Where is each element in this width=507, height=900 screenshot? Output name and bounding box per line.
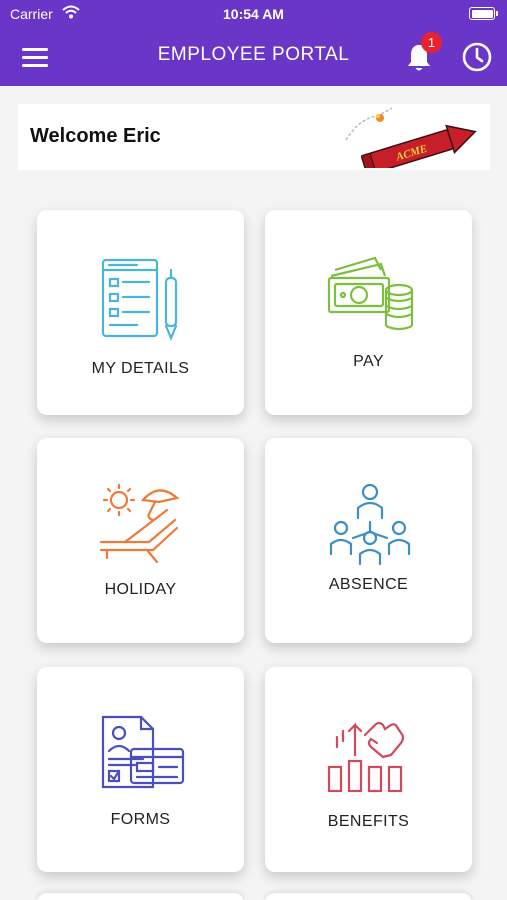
people-hierarchy-icon bbox=[329, 483, 411, 566]
absence-tile[interactable]: ABSENCE bbox=[265, 438, 472, 643]
money-coins-icon bbox=[327, 256, 414, 331]
my-details-tile[interactable]: MY DETAILS bbox=[37, 210, 244, 415]
tile-label: HOLIDAY bbox=[104, 581, 177, 598]
tile-label: FORMS bbox=[110, 811, 171, 828]
welcome-card: Welcome Eric ACME bbox=[18, 104, 490, 170]
next-row-tile-peek bbox=[265, 893, 472, 900]
app-header: EMPLOYEE PORTAL 1 bbox=[0, 28, 507, 86]
tile-label: BENEFITS bbox=[327, 813, 410, 830]
holiday-tile[interactable]: HOLIDAY bbox=[37, 438, 244, 643]
welcome-text: Welcome Eric bbox=[30, 125, 161, 147]
form-document-pen-icon bbox=[101, 258, 178, 341]
status-bar: Carrier 10:54 AM bbox=[0, 0, 507, 28]
acme-rocket-logo: ACME bbox=[345, 107, 477, 168]
battery-icon bbox=[469, 7, 498, 20]
tile-label: PAY bbox=[353, 353, 384, 370]
forms-tile[interactable]: FORMS bbox=[37, 667, 244, 872]
tile-label: ABSENCE bbox=[328, 576, 409, 593]
next-row-tile-peek bbox=[37, 893, 244, 900]
hand-growth-chart-icon bbox=[327, 721, 405, 793]
notification-badge: 1 bbox=[421, 32, 442, 53]
clock-time: 10:54 AM bbox=[223, 6, 284, 22]
benefits-tile[interactable]: BENEFITS bbox=[265, 667, 472, 872]
tile-label: MY DETAILS bbox=[91, 360, 190, 377]
pay-tile[interactable]: PAY bbox=[265, 210, 472, 415]
history-clock-icon[interactable] bbox=[461, 41, 493, 73]
beach-sunbed-icon bbox=[99, 483, 180, 564]
id-card-forms-icon bbox=[101, 715, 185, 789]
